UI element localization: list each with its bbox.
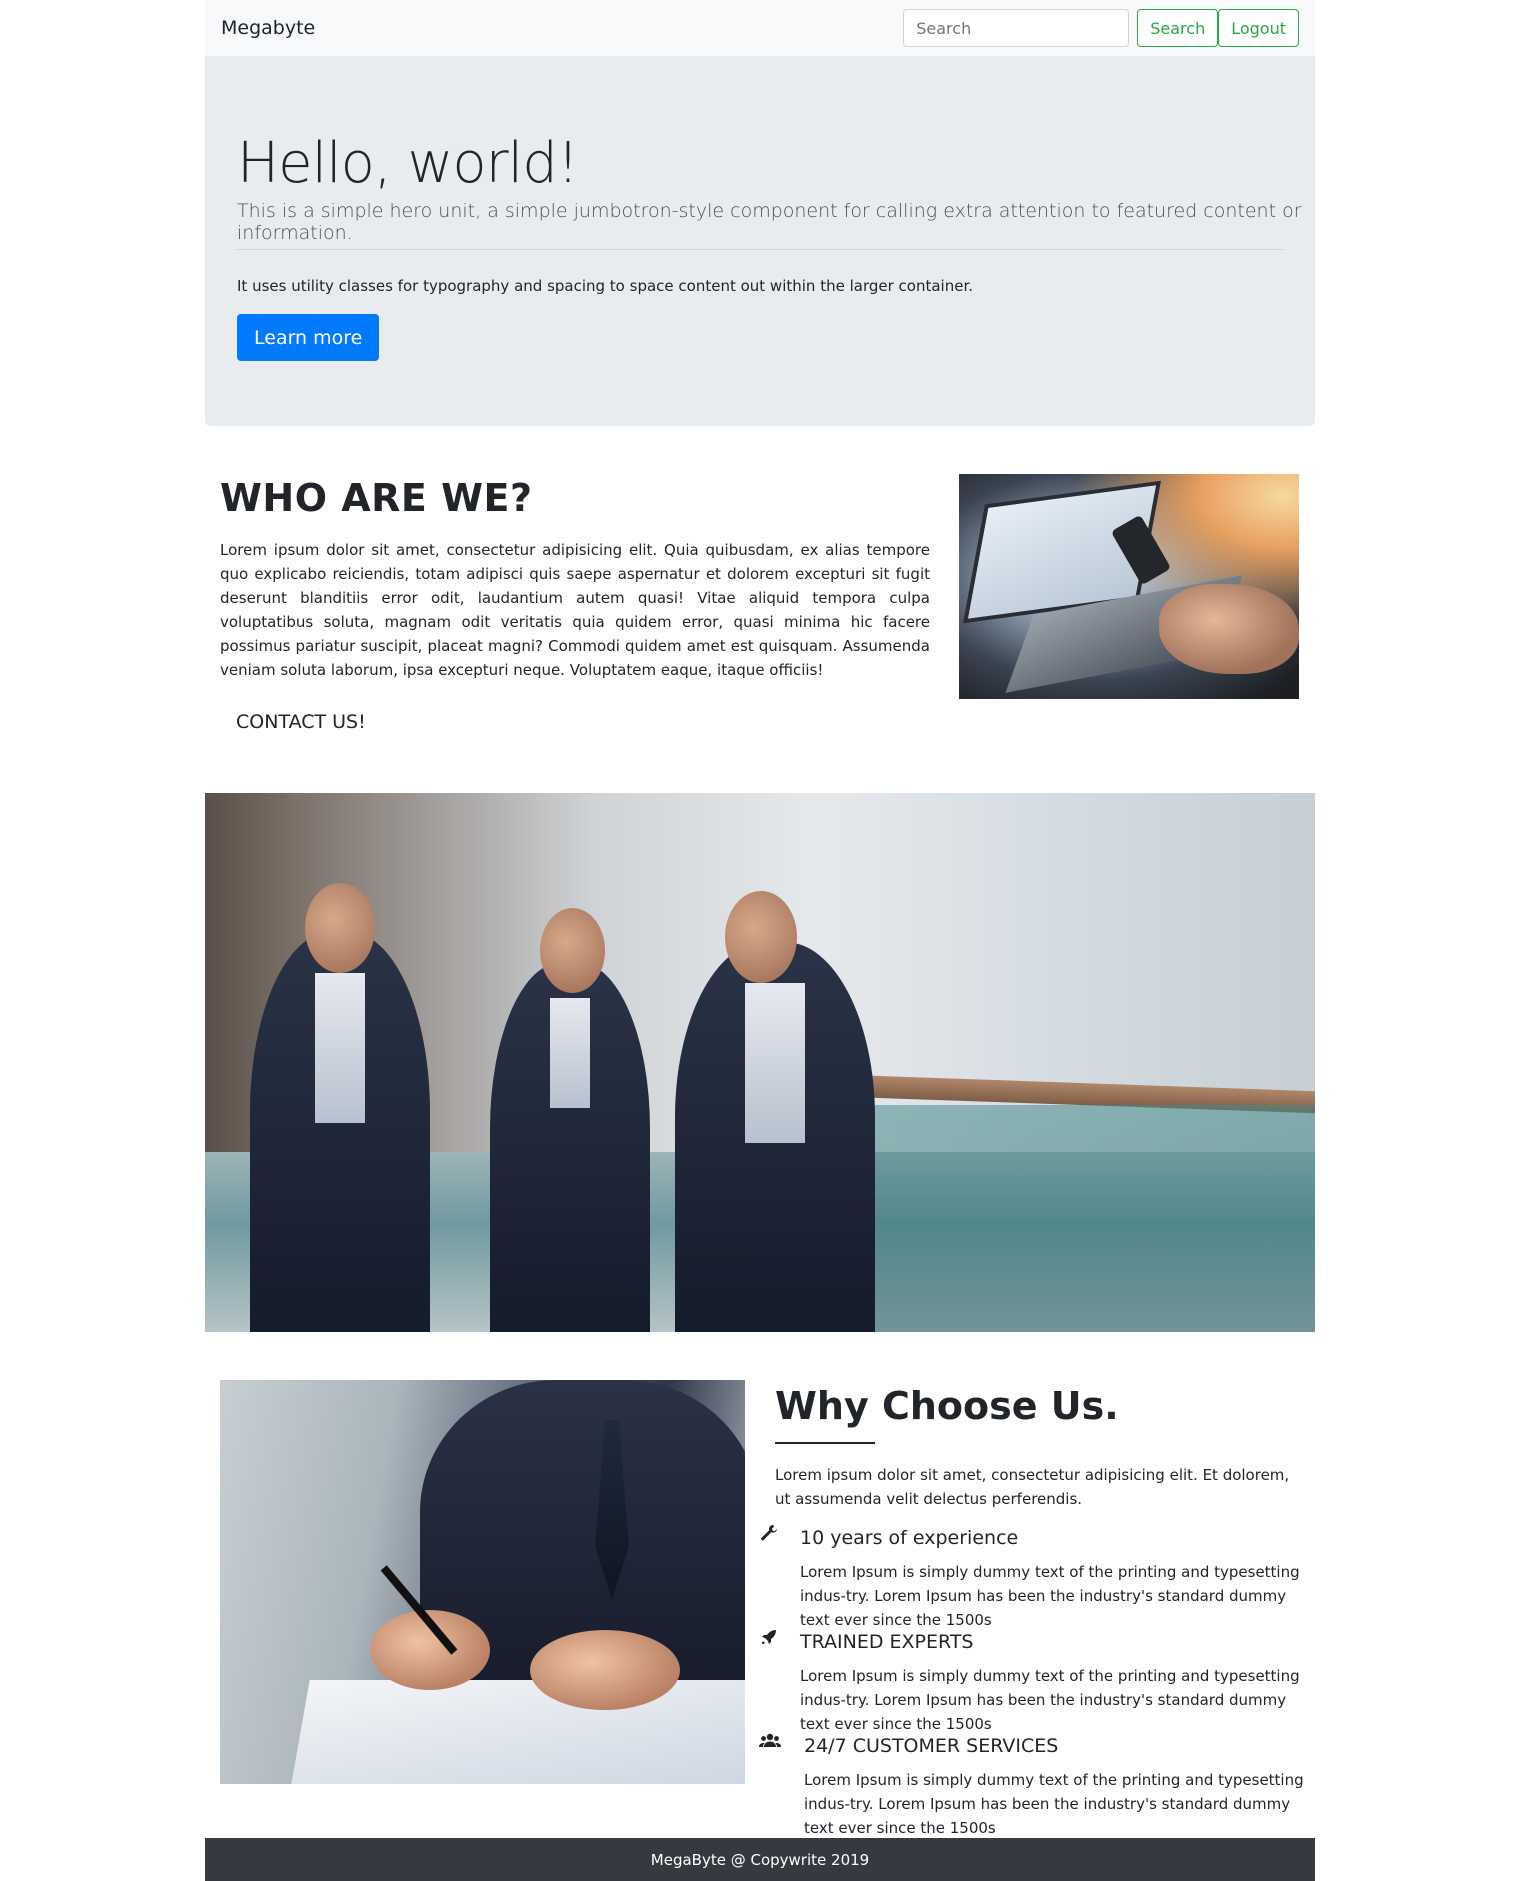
feature-text: Lorem Ipsum is simply dummy text of the … — [800, 1563, 1300, 1629]
footer-copyright: MegaByte @ Copywrite 2019 — [650, 1850, 870, 1869]
why-title: Why Choose Us. — [775, 1384, 1119, 1428]
businessman-writing-photo — [220, 1380, 745, 1784]
laptop-photo — [959, 474, 1299, 699]
brand-link[interactable]: Megabyte — [221, 17, 903, 39]
contact-link[interactable]: CONTACT US! — [236, 711, 366, 733]
team-photo — [205, 793, 1315, 1332]
users-icon — [759, 1732, 781, 1754]
feature-title: TRAINED EXPERTS — [800, 1631, 974, 1653]
footer: MegaByte @ Copywrite 2019 — [205, 1838, 1315, 1881]
logout-button[interactable]: Logout — [1218, 9, 1299, 47]
feature-title: 10 years of experience — [800, 1527, 1019, 1549]
hero-heading: Hello, world! — [237, 131, 579, 196]
rocket-icon — [759, 1628, 779, 1650]
feature-title: 24/7 CUSTOMER SERVICES — [804, 1735, 1059, 1757]
navbar: Megabyte Search Logout — [205, 0, 1315, 56]
search-input[interactable] — [903, 9, 1130, 47]
why-underline — [775, 1442, 875, 1444]
search-button[interactable]: Search — [1137, 9, 1219, 47]
about-title: WHO ARE WE? — [220, 476, 533, 520]
jumbotron: Hello, world! This is a simple hero unit… — [205, 56, 1315, 426]
wrench-icon — [759, 1524, 779, 1546]
hero-lead: This is a simple hero unit, a simple jum… — [237, 200, 1302, 244]
hero-text: It uses utility classes for typography a… — [237, 277, 973, 295]
feature-text: Lorem Ipsum is simply dummy text of the … — [800, 1667, 1300, 1733]
about-text: Lorem ipsum dolor sit amet, consectetur … — [220, 541, 930, 679]
feature-text: Lorem Ipsum is simply dummy text of the … — [804, 1771, 1304, 1837]
hero-divider — [237, 249, 1283, 250]
why-intro: Lorem ipsum dolor sit amet, consectetur … — [775, 1466, 1290, 1508]
learn-more-button[interactable]: Learn more — [237, 314, 380, 361]
